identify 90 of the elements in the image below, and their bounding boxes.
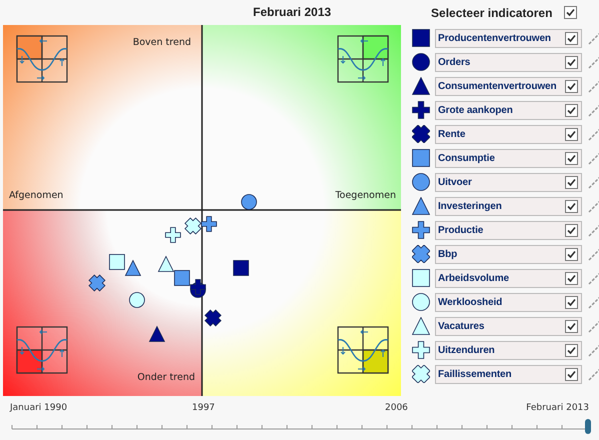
indicator-checkbox[interactable]: [565, 296, 578, 308]
indicator-label: Consumentenvertrouwen: [438, 80, 556, 94]
indicator-label: Productie: [438, 224, 484, 238]
indicator-checkbox[interactable]: [565, 104, 578, 116]
cycle-diagram-icon: [337, 326, 389, 374]
dashed-line-icon[interactable]: [588, 343, 599, 357]
timeline-label: Januari 1990: [10, 402, 68, 415]
indicator-checkbox[interactable]: [565, 248, 578, 260]
dashed-line-icon[interactable]: [588, 127, 599, 141]
period-label: Februari 2013: [253, 4, 332, 20]
timeline-label: Februari 2013: [526, 402, 589, 415]
indicator-checkbox[interactable]: [565, 128, 578, 140]
indicator-label: Faillissementen: [438, 368, 512, 382]
indicator-checkbox[interactable]: [565, 200, 578, 212]
indicator-row[interactable]: Uitvoer: [435, 172, 582, 192]
indicator-row[interactable]: Consumptie: [435, 148, 582, 168]
indicator-checkbox[interactable]: [565, 344, 578, 356]
plus-marker: [201, 216, 217, 232]
cross-marker: [204, 309, 222, 327]
indicator-row[interactable]: Werkloosheid: [435, 292, 582, 312]
indicator-row[interactable]: Uitzenduren: [435, 340, 582, 360]
dashed-line-icon[interactable]: [588, 151, 599, 165]
timeline-label: 1997: [192, 402, 215, 415]
indicator-checkbox[interactable]: [565, 224, 578, 236]
indicator-row[interactable]: Arbeidsvolume: [435, 268, 582, 288]
dashed-line-icon[interactable]: [588, 319, 599, 333]
indicator-row[interactable]: Grote aankopen: [435, 100, 582, 120]
dashed-line-icon[interactable]: [588, 103, 599, 117]
square-marker: [233, 260, 249, 276]
select-indicators-label: Selecteer indicatoren: [431, 4, 552, 22]
indicator-row[interactable]: Orders: [435, 52, 582, 72]
dashed-line-icon[interactable]: [588, 295, 599, 309]
indicator-label: Orders: [438, 56, 470, 70]
cycle-diagram-icon: [16, 326, 68, 374]
circle-marker: [129, 292, 145, 308]
slider-thumb[interactable]: [585, 419, 591, 434]
indicator-checkbox[interactable]: [565, 32, 578, 44]
cross-marker: [88, 274, 106, 292]
square-marker: [109, 254, 125, 270]
indicator-checkbox[interactable]: [565, 80, 578, 92]
square-marker: [174, 270, 190, 286]
cross-marker: [184, 217, 202, 235]
indicator-label: Rente: [438, 128, 466, 142]
quadrant-label: Onder trend: [137, 371, 195, 385]
dashed-line-icon[interactable]: [588, 367, 599, 381]
indicator-row[interactable]: Faillissementen: [435, 364, 582, 384]
dashed-line-icon[interactable]: [588, 271, 599, 285]
quadrant-label: Toegenomen: [335, 189, 396, 203]
indicator-label: Uitzenduren: [438, 344, 495, 358]
indicator-row[interactable]: Investeringen: [435, 196, 582, 216]
cycle-diagram-icon: [16, 35, 68, 83]
indicator-checkbox[interactable]: [565, 56, 578, 68]
indicator-checkbox[interactable]: [565, 152, 578, 164]
indicator-row[interactable]: Consumentenvertrouwen: [435, 76, 582, 96]
indicator-row[interactable]: Bbp: [435, 244, 582, 264]
indicator-row[interactable]: Rente: [435, 124, 582, 144]
triangle-marker: [158, 256, 174, 272]
circle-marker: [241, 194, 257, 210]
timeline-label: 2006: [385, 402, 408, 415]
indicator-label: Arbeidsvolume: [438, 272, 509, 286]
triangle-marker: [148, 326, 166, 342]
cycle-diagram-icon: [337, 35, 389, 83]
select-all-checkbox[interactable]: [564, 6, 577, 19]
dashed-line-icon[interactable]: [588, 175, 599, 189]
dashed-line-icon[interactable]: [588, 55, 599, 69]
dashed-line-icon[interactable]: [588, 199, 599, 213]
indicator-label: Uitvoer: [438, 176, 472, 190]
plus-marker: [190, 279, 206, 295]
indicator-label: Investeringen: [438, 200, 502, 214]
indicator-checkbox[interactable]: [565, 320, 578, 332]
indicator-label: Werkloosheid: [438, 296, 502, 310]
plus-marker: [165, 227, 181, 243]
dashed-line-icon[interactable]: [588, 223, 599, 237]
indicator-row[interactable]: Producentenvertrouwen: [435, 28, 582, 48]
indicator-label: Consumptie: [438, 152, 495, 166]
dashed-line-icon[interactable]: [588, 247, 599, 261]
quadrant-label: Afgenomen: [9, 189, 64, 203]
dashed-line-icon[interactable]: [588, 79, 599, 93]
indicator-label: Vacatures: [438, 320, 484, 334]
indicator-checkbox[interactable]: [565, 368, 578, 380]
indicator-checkbox[interactable]: [565, 272, 578, 284]
indicator-label: Producentenvertrouwen: [438, 32, 551, 46]
quadrant-label: Boven trend: [132, 36, 191, 50]
indicator-label: Grote aankopen: [438, 104, 513, 118]
indicator-label: Bbp: [438, 248, 458, 262]
indicator-row[interactable]: Productie: [435, 220, 582, 240]
triangle-marker: [124, 260, 142, 276]
dashed-line-icon[interactable]: [588, 31, 599, 45]
indicator-checkbox[interactable]: [565, 176, 578, 188]
indicator-row[interactable]: Vacatures: [435, 316, 582, 336]
